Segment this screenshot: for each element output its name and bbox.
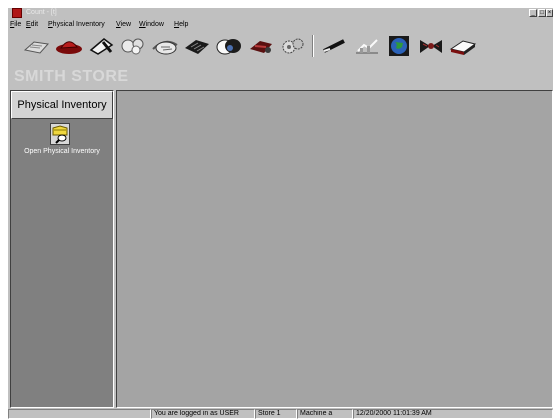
chart-icon[interactable] — [352, 35, 382, 57]
status-store: Store 1 — [255, 409, 297, 419]
group-header-physical-inventory[interactable]: Physical Inventory — [11, 91, 113, 119]
status-machine: Machine a — [297, 409, 353, 419]
navigation-pane: Physical Inventory Open Physical Invento… — [10, 90, 114, 408]
books-icon[interactable] — [448, 35, 478, 57]
toolbar-separator — [312, 35, 314, 57]
menu-physical-inventory[interactable]: Physical Inventory — [48, 20, 105, 30]
calculator-icon[interactable] — [182, 35, 212, 57]
status-user: You are logged in as USER — [151, 409, 255, 419]
bow-tie-icon[interactable] — [416, 35, 446, 57]
title-bar: Count - [t] _ □ × — [8, 8, 553, 19]
open-physical-inventory-icon — [50, 123, 70, 145]
hand-tool-icon[interactable] — [86, 35, 116, 57]
minimize-button[interactable]: _ — [529, 9, 537, 17]
gears-icon[interactable] — [278, 35, 308, 57]
store-banner: SMITH STORE — [8, 66, 553, 89]
menu-file[interactable]: File — [10, 20, 21, 30]
gloves-icon[interactable] — [214, 35, 244, 57]
open-physical-inventory-button[interactable]: Open Physical Inventory — [13, 123, 111, 167]
close-button[interactable]: × — [546, 9, 553, 17]
toolbar — [8, 30, 553, 66]
stopwatch-icon[interactable] — [150, 35, 180, 57]
globe-icon[interactable] — [384, 35, 414, 57]
menu-bar: File Edit Physical Inventory View Window… — [8, 20, 553, 30]
mdi-workspace — [116, 90, 553, 408]
maximize-button[interactable]: □ — [538, 9, 546, 17]
status-bar: You are logged in as USER Store 1 Machin… — [8, 408, 553, 419]
open-physical-inventory-label: Open Physical Inventory — [24, 148, 100, 155]
app-window: Count - [t] _ □ × File Edit Physical Inv… — [8, 8, 553, 419]
flowers-icon[interactable] — [118, 35, 148, 57]
window-title: Count - [t] — [26, 9, 57, 16]
store-name: SMITH STORE — [14, 68, 129, 85]
menu-help[interactable]: Help — [174, 20, 188, 30]
red-machine-icon[interactable] — [246, 35, 276, 57]
menu-view[interactable]: View — [116, 20, 131, 30]
status-datetime: 12/20/2000 11:01:39 AM — [353, 409, 553, 419]
cash-register-icon[interactable] — [22, 35, 52, 57]
app-icon[interactable] — [12, 8, 22, 18]
red-hat-icon[interactable] — [54, 35, 84, 57]
menu-window[interactable]: Window — [139, 20, 164, 30]
status-panel-empty — [8, 409, 151, 419]
menu-edit[interactable]: Edit — [26, 20, 38, 30]
pen-icon[interactable] — [320, 35, 350, 57]
